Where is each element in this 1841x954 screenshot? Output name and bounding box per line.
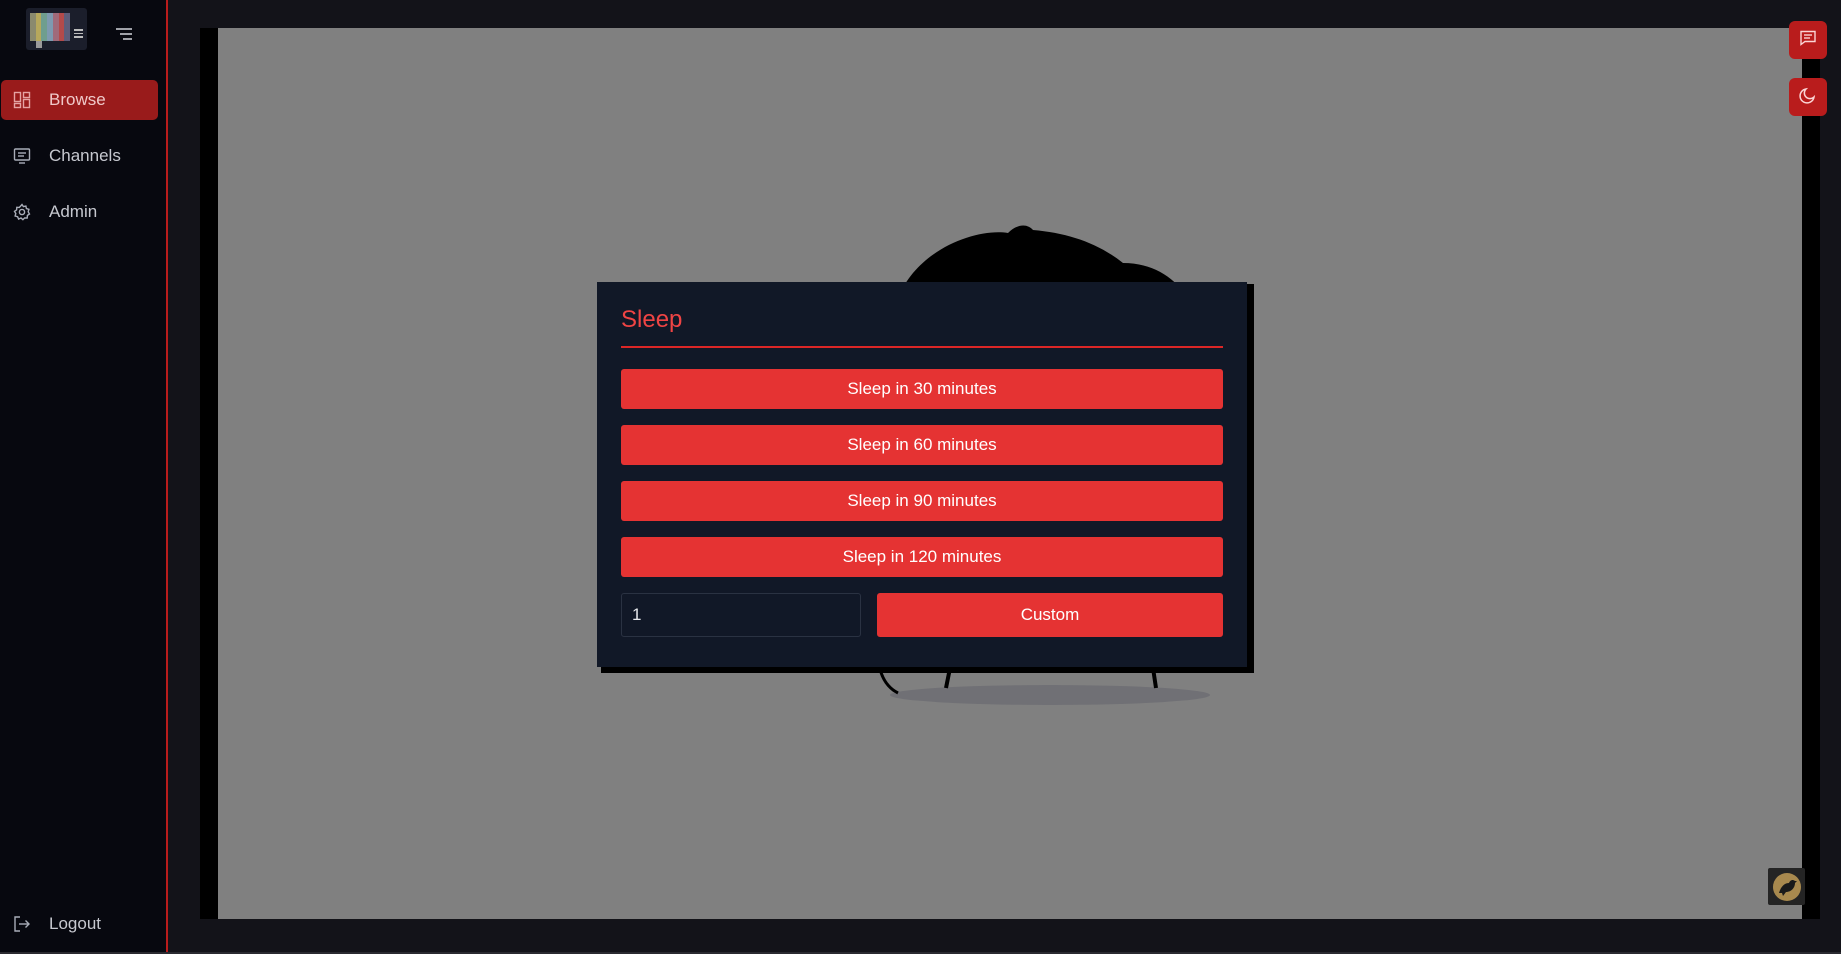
logo-stand: [36, 41, 42, 48]
sleep-120-button[interactable]: Sleep in 120 minutes: [621, 537, 1223, 577]
sidebar: Browse Channels Admin Logout: [0, 0, 168, 954]
chat-icon: [1799, 29, 1817, 52]
sleep-modal: Sleep Sleep in 30 minutes Sleep in 60 mi…: [597, 282, 1247, 667]
monitor-icon: [12, 146, 32, 166]
sidebar-item-channels[interactable]: Channels: [1, 136, 158, 176]
sleep-60-button[interactable]: Sleep in 60 minutes: [621, 425, 1223, 465]
custom-minutes-input[interactable]: [621, 593, 861, 637]
modal-title: Sleep: [621, 306, 1223, 348]
logout-label: Logout: [49, 914, 101, 933]
logout-button[interactable]: Logout: [1, 904, 158, 944]
sidebar-item-label: Admin: [49, 202, 98, 221]
logout-icon: [12, 914, 32, 934]
logo-lines-icon: [74, 29, 83, 40]
sleep-30-button[interactable]: Sleep in 30 minutes: [621, 369, 1223, 409]
sidebar-item-browse[interactable]: Browse: [1, 80, 158, 120]
moon-icon: [1799, 86, 1817, 109]
theme-toggle-button[interactable]: [1789, 78, 1827, 116]
chat-button[interactable]: [1789, 21, 1827, 59]
custom-sleep-row: Custom: [621, 593, 1223, 637]
sidebar-item-admin[interactable]: Admin: [1, 192, 158, 232]
app-logo[interactable]: [26, 8, 87, 50]
sidebar-item-label: Browse: [49, 90, 106, 109]
custom-sleep-button[interactable]: Custom: [877, 593, 1223, 637]
logo-color-bars-icon: [30, 13, 71, 41]
gear-icon: [12, 202, 32, 222]
sidebar-item-label: Channels: [49, 146, 121, 165]
menu-toggle-icon[interactable]: [114, 24, 134, 44]
logo-color-bar: [64, 13, 71, 41]
bird-logo-icon[interactable]: [1768, 868, 1805, 905]
grid-icon: [12, 90, 32, 110]
sleep-90-button[interactable]: Sleep in 90 minutes: [621, 481, 1223, 521]
